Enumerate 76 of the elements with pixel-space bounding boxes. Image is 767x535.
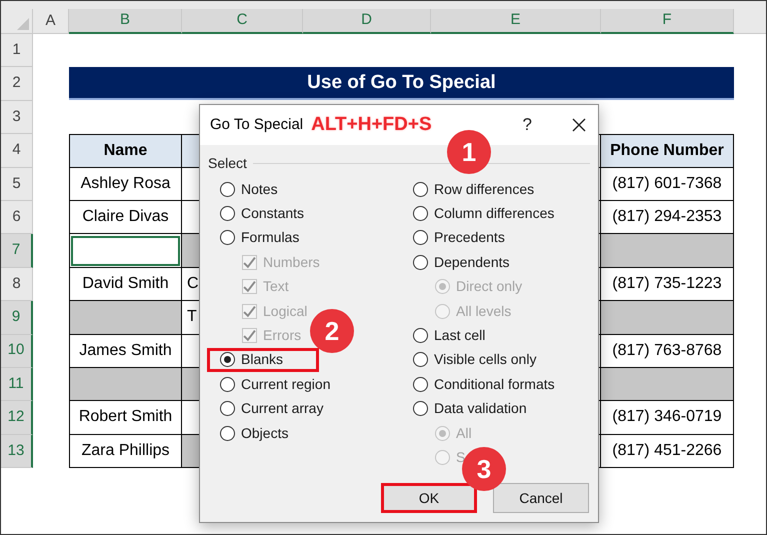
radio-button[interactable] [413, 376, 428, 392]
row-header[interactable]: 12 [1, 401, 33, 435]
table-cell: David Smith [69, 268, 182, 302]
checkmark-icon [243, 256, 256, 269]
option-label[interactable]: Constants [241, 203, 304, 224]
table-cell: James Smith [69, 334, 182, 368]
radio-button[interactable] [220, 401, 235, 416]
option-label[interactable]: Precedents [434, 227, 505, 248]
table-cell: (817) 451-2266 [601, 434, 734, 468]
column-header[interactable]: A [33, 9, 69, 34]
column-header[interactable]: F [601, 9, 734, 34]
table-cell: (817) 735-1223 [601, 268, 734, 302]
table-cell: Robert Smith [69, 401, 182, 435]
row-header[interactable]: 5 [1, 168, 33, 201]
row-header[interactable]: 4 [1, 134, 33, 168]
row-header[interactable]: 7 [1, 234, 33, 268]
radio-button[interactable] [220, 352, 235, 368]
table-cell: (817) 763-8768 [601, 334, 734, 368]
group-label: Select [208, 154, 247, 173]
option-label[interactable]: Notes [241, 178, 278, 200]
table-cell: Ashley Rosa [69, 168, 182, 201]
option-label[interactable]: Data validation [434, 398, 527, 420]
radio-button[interactable] [220, 206, 235, 222]
row-header[interactable]: 2 [1, 67, 33, 101]
row-header[interactable]: 11 [1, 368, 33, 402]
option-label[interactable]: Conditional formats [434, 374, 555, 395]
option-label[interactable]: Last cell [434, 325, 486, 346]
radio-button[interactable] [220, 376, 235, 392]
table-cell: (817) 601-7368 [601, 168, 734, 201]
help-button[interactable]: ? [522, 112, 532, 138]
row-header[interactable]: 3 [1, 100, 33, 134]
option-label[interactable]: Objects [241, 422, 288, 444]
column-header[interactable]: D [303, 9, 431, 34]
row-header[interactable]: 9 [1, 301, 33, 335]
radio-button[interactable] [413, 206, 428, 222]
radio-button[interactable] [220, 182, 235, 197]
corner-triangle-icon [17, 18, 29, 30]
row-header[interactable]: 6 [1, 200, 33, 234]
option-label[interactable]: Formulas [241, 227, 300, 248]
option-label[interactable]: Dependents [434, 252, 510, 273]
dialog-title: Go To Special [210, 114, 304, 135]
column-header[interactable]: B [69, 9, 182, 34]
column-header[interactable]: E [431, 9, 601, 34]
row-header[interactable]: 13 [1, 434, 33, 468]
radio-button[interactable] [413, 230, 428, 246]
option-label[interactable]: Blanks [241, 349, 284, 370]
header-cell: Phone Number [601, 134, 734, 168]
sheet-title: Use of Go To Special [69, 67, 734, 98]
checkmark-icon [243, 280, 256, 294]
radio-button[interactable] [413, 328, 428, 344]
radio-button[interactable] [413, 254, 428, 270]
option-label[interactable]: Row differences [434, 178, 534, 200]
radio-button[interactable] [220, 230, 235, 246]
dialog-button[interactable]: Cancel [493, 483, 589, 513]
radio-button[interactable] [413, 182, 428, 197]
option-label[interactable]: Current region [241, 374, 330, 395]
option-label[interactable]: Visible cells only [434, 349, 536, 370]
row-header[interactable]: 8 [1, 268, 33, 302]
close-icon[interactable] [572, 118, 586, 132]
row-header[interactable]: 1 [1, 34, 33, 68]
radio-button[interactable] [220, 426, 235, 441]
header-cell: Name [69, 134, 182, 168]
table-cell: Claire Divas [69, 200, 182, 234]
option-label[interactable]: Column differences [434, 203, 554, 224]
table-cell: (817) 294-2353 [601, 200, 734, 234]
shortcut-text: ALT+H+FD+S [311, 112, 432, 137]
radio-button[interactable] [413, 352, 428, 368]
row-header[interactable]: 10 [1, 334, 33, 368]
table-cell: (817) 346-0719 [601, 401, 734, 435]
checkmark-icon [243, 329, 256, 342]
dialog-button[interactable]: OK [381, 483, 477, 513]
option-label[interactable]: Current array [241, 398, 324, 420]
column-header[interactable]: C [182, 9, 303, 34]
checkmark-icon [243, 304, 256, 318]
table-cell: Zara Phillips [69, 434, 182, 468]
radio-button[interactable] [413, 401, 428, 416]
